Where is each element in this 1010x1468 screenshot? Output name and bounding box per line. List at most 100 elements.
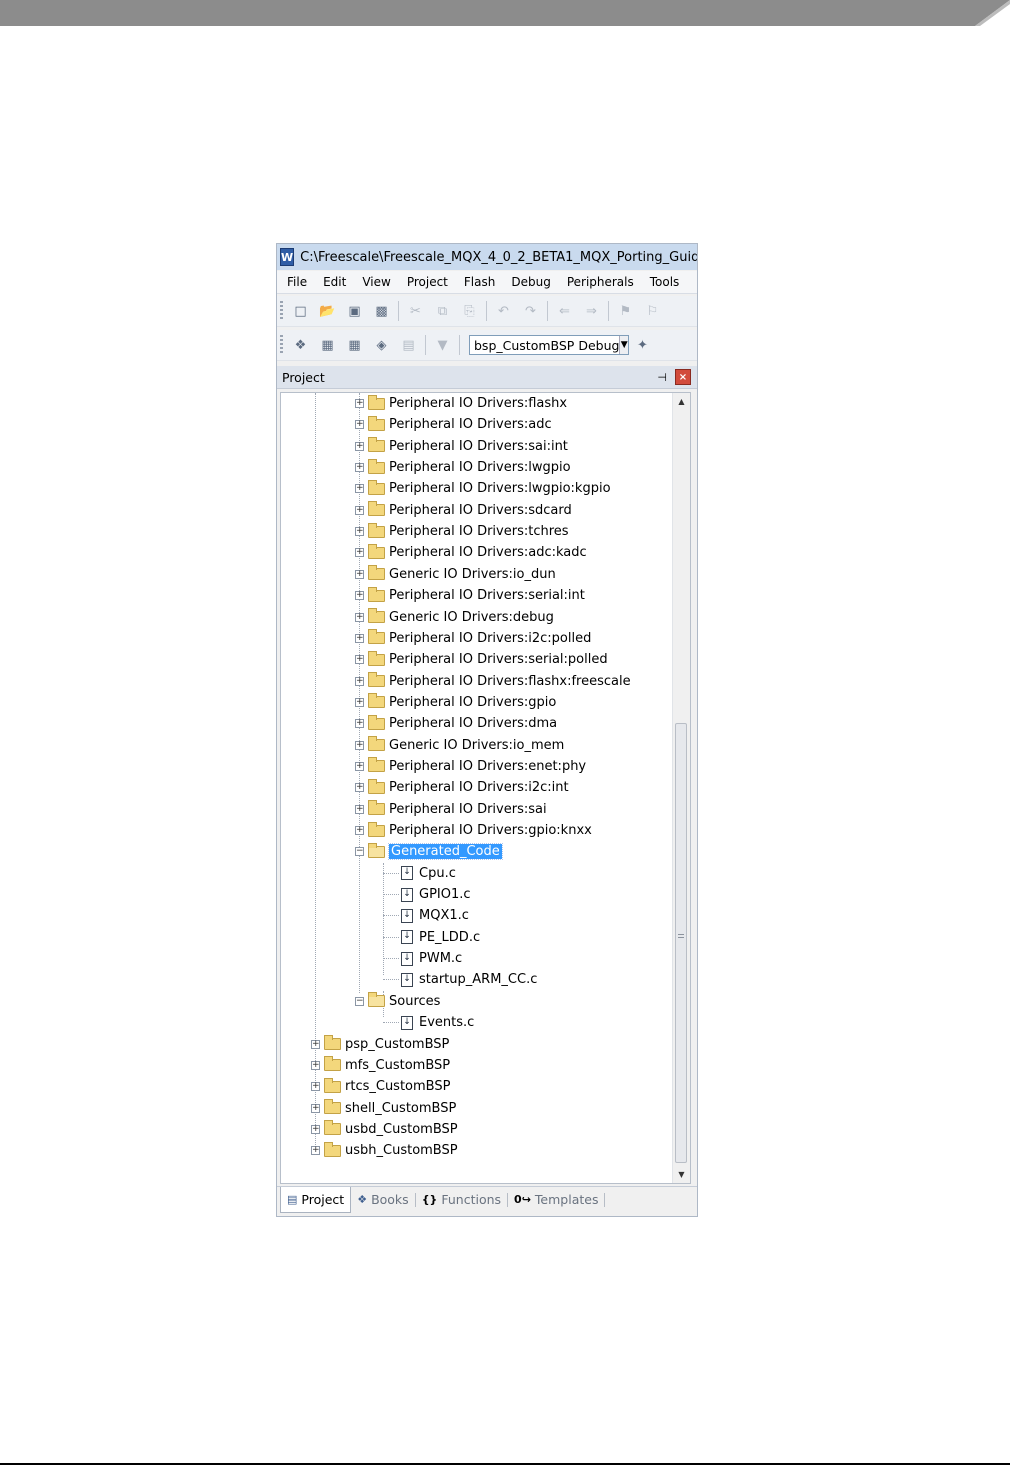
tree-file-item[interactable]: ↓ startup_ARM_CC.c bbox=[401, 969, 537, 990]
expand-icon[interactable]: + bbox=[355, 463, 364, 473]
tree-folder-item[interactable]: + Peripheral IO Drivers:lwgpio:kgpio bbox=[355, 478, 611, 499]
expand-icon[interactable]: + bbox=[355, 484, 364, 494]
scroll-up-icon[interactable]: ▲ bbox=[673, 393, 690, 410]
load-icon[interactable]: ▼ bbox=[434, 336, 452, 354]
translate-icon[interactable]: ❖ bbox=[292, 336, 310, 354]
tree-folder-item[interactable]: − Generated_Code bbox=[355, 841, 503, 862]
expand-icon[interactable]: + bbox=[355, 697, 364, 707]
tree-folder-item[interactable]: + usbh_CustomBSP bbox=[311, 1140, 458, 1161]
tab-templates[interactable]: 0↪ Templates bbox=[508, 1187, 604, 1212]
tab-books[interactable]: ❖ Books bbox=[351, 1187, 415, 1212]
tree-folder-item[interactable]: + Peripheral IO Drivers:i2c:polled bbox=[355, 628, 591, 649]
menu-view[interactable]: View bbox=[354, 275, 398, 289]
tree-folder-item[interactable]: + Peripheral IO Drivers:enet:phy bbox=[355, 756, 586, 777]
expand-icon[interactable]: + bbox=[355, 761, 364, 771]
menu-tools[interactable]: Tools bbox=[642, 275, 688, 289]
tree-folder-item[interactable]: + Peripheral IO Drivers:serial:int bbox=[355, 585, 585, 606]
expand-icon[interactable]: + bbox=[355, 633, 364, 643]
tree-folder-item[interactable]: + Peripheral IO Drivers:serial:polled bbox=[355, 649, 608, 670]
tree-folder-item[interactable]: + psp_CustomBSP bbox=[311, 1034, 449, 1055]
expand-icon[interactable]: + bbox=[355, 783, 364, 793]
expand-icon[interactable]: + bbox=[355, 676, 364, 686]
batch-build-icon[interactable]: ◈ bbox=[373, 336, 391, 354]
expand-icon[interactable]: + bbox=[355, 441, 364, 451]
bookmark-next-icon[interactable]: ⚐ bbox=[644, 302, 662, 320]
tab-project[interactable]: ▤ Project bbox=[280, 1187, 352, 1213]
expand-icon[interactable]: + bbox=[355, 655, 364, 665]
expand-icon[interactable]: + bbox=[355, 569, 364, 579]
scroll-down-icon[interactable]: ▼ bbox=[673, 1166, 690, 1183]
expand-icon[interactable]: + bbox=[355, 612, 364, 622]
tree-folder-item[interactable]: + shell_CustomBSP bbox=[311, 1098, 456, 1119]
expand-icon[interactable]: + bbox=[355, 527, 364, 537]
new-file-icon[interactable]: □ bbox=[292, 302, 310, 320]
expand-icon[interactable]: + bbox=[355, 591, 364, 601]
tree-folder-item[interactable]: + Peripheral IO Drivers:flashx:freescale bbox=[355, 671, 631, 692]
expand-icon[interactable]: + bbox=[311, 1039, 320, 1049]
tree-folder-item[interactable]: + Peripheral IO Drivers:gpio bbox=[355, 692, 556, 713]
toolbar-grip[interactable] bbox=[280, 335, 283, 355]
tree-folder-item[interactable]: + usbd_CustomBSP bbox=[311, 1119, 458, 1140]
tree-folder-item[interactable]: + Peripheral IO Drivers:sai bbox=[355, 799, 547, 820]
navigate-back-icon[interactable]: ⇐ bbox=[556, 302, 574, 320]
menu-flash[interactable]: Flash bbox=[456, 275, 503, 289]
expand-icon[interactable]: + bbox=[355, 719, 364, 729]
tree-folder-item[interactable]: + Generic IO Drivers:io_mem bbox=[355, 735, 564, 756]
expand-icon[interactable]: + bbox=[355, 399, 364, 408]
tree-folder-item[interactable]: + Generic IO Drivers:io_dun bbox=[355, 564, 556, 585]
collapse-icon[interactable]: − bbox=[355, 847, 364, 857]
tree-folder-item[interactable]: + Peripheral IO Drivers:sdcard bbox=[355, 500, 572, 521]
tree-folder-item[interactable]: + Peripheral IO Drivers:i2c:int bbox=[355, 777, 569, 798]
expand-icon[interactable]: + bbox=[355, 804, 364, 814]
tree-file-item[interactable]: ↓ PE_LDD.c bbox=[401, 927, 480, 948]
undo-icon[interactable]: ↶ bbox=[495, 302, 513, 320]
tree-file-item[interactable]: ↓ GPIO1.c bbox=[401, 884, 471, 905]
expand-icon[interactable]: + bbox=[311, 1124, 320, 1134]
pin-icon[interactable]: ⊣ bbox=[657, 371, 667, 384]
scrollbar-thumb[interactable] bbox=[675, 723, 687, 1163]
stop-build-icon[interactable]: ▤ bbox=[400, 336, 418, 354]
chevron-down-icon[interactable]: ▼ bbox=[619, 336, 628, 354]
rebuild-icon[interactable]: ▦ bbox=[346, 336, 364, 354]
tree-folder-item[interactable]: + Peripheral IO Drivers:sai:int bbox=[355, 436, 568, 457]
paste-icon[interactable]: ⎘ bbox=[461, 302, 479, 320]
menu-peripherals[interactable]: Peripherals bbox=[559, 275, 642, 289]
tree-file-item[interactable]: ↓ MQX1.c bbox=[401, 905, 469, 926]
tree-file-item[interactable]: ↓ Cpu.c bbox=[401, 863, 456, 884]
navigate-forward-icon[interactable]: ⇒ bbox=[583, 302, 601, 320]
tree-folder-item[interactable]: + Peripheral IO Drivers:dma bbox=[355, 713, 557, 734]
expand-icon[interactable]: + bbox=[355, 826, 364, 835]
save-icon[interactable]: ▣ bbox=[346, 302, 364, 320]
tree-folder-item[interactable]: + mfs_CustomBSP bbox=[311, 1055, 450, 1076]
expand-icon[interactable]: + bbox=[355, 420, 364, 430]
target-select[interactable]: bsp_CustomBSP Debug ▼ bbox=[469, 335, 629, 355]
tree-folder-item[interactable]: − Sources bbox=[355, 991, 440, 1012]
build-icon[interactable]: ▦ bbox=[319, 336, 337, 354]
tree-folder-item[interactable]: + rtcs_CustomBSP bbox=[311, 1076, 450, 1097]
open-folder-icon[interactable]: 📂 bbox=[319, 302, 337, 320]
expand-icon[interactable]: + bbox=[311, 1082, 320, 1092]
close-icon[interactable]: × bbox=[675, 369, 691, 385]
tree-folder-item[interactable]: + Peripheral IO Drivers:adc bbox=[355, 414, 552, 435]
tree-file-item[interactable]: ↓ Events.c bbox=[401, 1012, 474, 1033]
bookmark-icon[interactable]: ⚑ bbox=[617, 302, 635, 320]
tree-file-item[interactable]: ↓ PWM.c bbox=[401, 948, 462, 969]
vertical-scrollbar[interactable]: ▲ ▼ bbox=[672, 393, 690, 1183]
tree-folder-item[interactable]: + Peripheral IO Drivers:lwgpio bbox=[355, 457, 571, 478]
cut-icon[interactable]: ✂ bbox=[407, 302, 425, 320]
tree-folder-item[interactable]: + Peripheral IO Drivers:gpio:knxx bbox=[355, 820, 592, 841]
expand-icon[interactable]: + bbox=[311, 1103, 320, 1113]
expand-icon[interactable]: + bbox=[311, 1146, 320, 1156]
menu-edit[interactable]: Edit bbox=[315, 275, 354, 289]
menu-debug[interactable]: Debug bbox=[503, 275, 558, 289]
expand-icon[interactable]: + bbox=[355, 505, 364, 515]
expand-icon[interactable]: + bbox=[355, 548, 364, 558]
redo-icon[interactable]: ↷ bbox=[522, 302, 540, 320]
expand-icon[interactable]: + bbox=[355, 740, 364, 750]
expand-icon[interactable]: + bbox=[311, 1060, 320, 1070]
tree-folder-item[interactable]: + Peripheral IO Drivers:flashx bbox=[355, 393, 567, 414]
menu-project[interactable]: Project bbox=[399, 275, 456, 289]
toolbar-grip[interactable] bbox=[280, 301, 283, 321]
menu-file[interactable]: File bbox=[277, 275, 315, 289]
save-all-icon[interactable]: ▩ bbox=[373, 302, 391, 320]
